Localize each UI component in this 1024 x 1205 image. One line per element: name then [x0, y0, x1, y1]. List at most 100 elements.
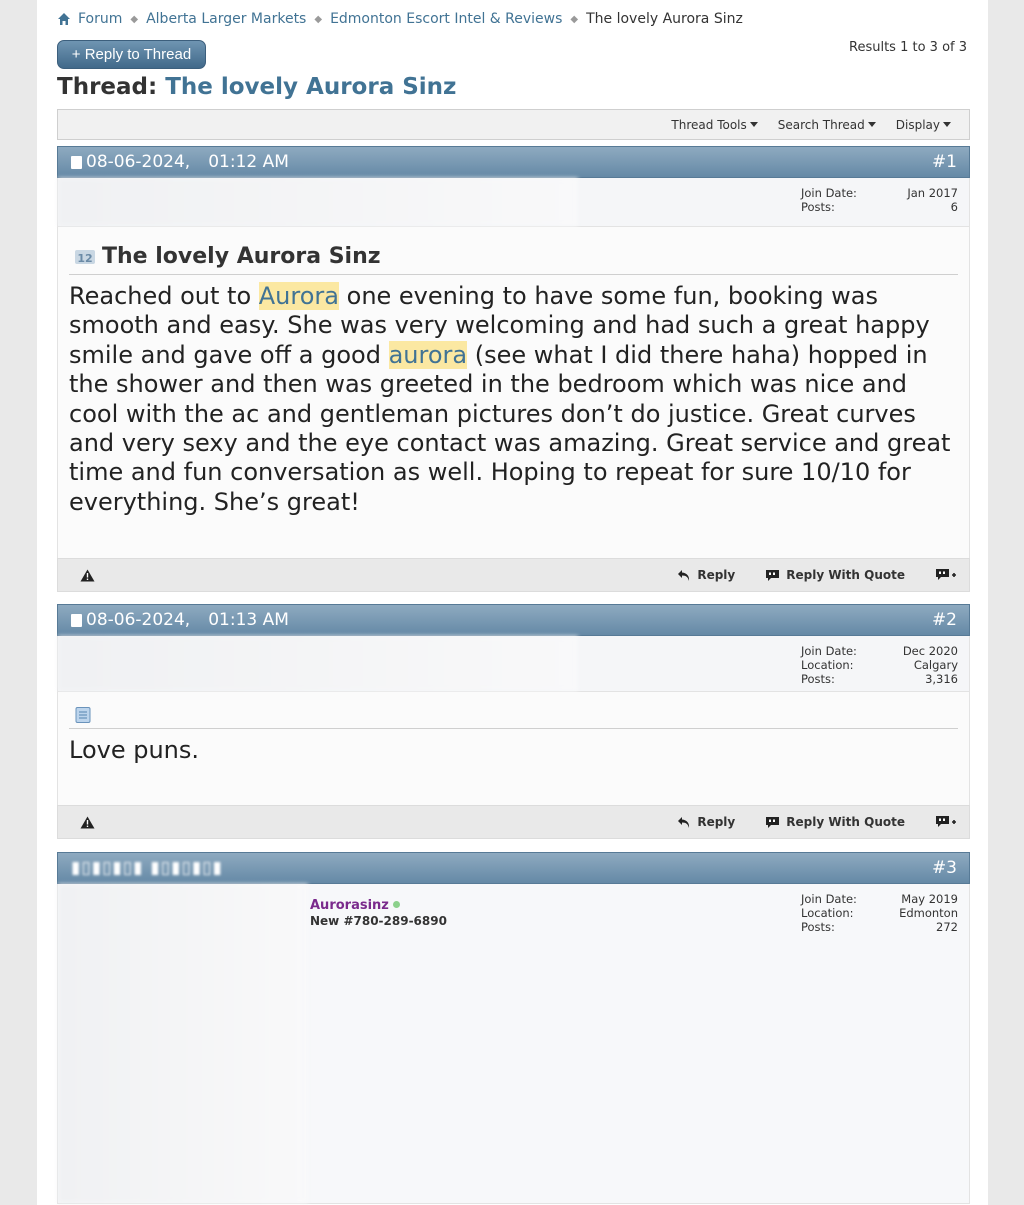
- results-count: Results 1 to 3 of 3: [849, 40, 967, 55]
- user-info: Join Date: Dec 2020 Location: Calgary Post…: [57, 636, 970, 692]
- online-status-icon: [392, 901, 400, 908]
- blurred-user-area: [58, 636, 578, 691]
- blurred-user-area: [58, 178, 578, 226]
- user-meta: Join Date: Jan 2017 Posts: 6: [801, 186, 958, 214]
- post-body: 12 The lovely Aurora Sinz Reached out to…: [57, 227, 970, 558]
- post-message: Love puns.: [69, 736, 200, 764]
- join-date-label: Join Date:: [801, 892, 857, 906]
- post-document-icon: [75, 707, 91, 723]
- multi-quote-icon[interactable]: [935, 815, 957, 829]
- reply-with-quote-label: Reply With Quote: [786, 568, 905, 582]
- reply-with-quote-button[interactable]: Reply With Quote: [765, 568, 905, 582]
- blurred-post-date: ▮▯▮▯▮▯▮ ▮▯▮▯▮▯▮: [71, 858, 223, 878]
- username-link[interactable]: Aurorasinz: [310, 898, 389, 913]
- reply-button[interactable]: Reply: [677, 568, 735, 582]
- location-label: Location:: [801, 658, 854, 672]
- post-header: 08-06-2024, 01:12 AM #1: [57, 146, 970, 178]
- username-block: Aurorasinz New #780-289-6890: [310, 898, 447, 928]
- search-thread-menu[interactable]: Search Thread: [778, 118, 876, 132]
- breadcrumb-alberta-link[interactable]: Alberta Larger Markets: [146, 11, 306, 27]
- post-message: Reached out to Aurora one evening to hav…: [69, 275, 958, 517]
- user-meta: Join Date: Dec 2020 Location: Calgary Post…: [801, 644, 958, 686]
- post-date: ▮▯▮▯▮▯▮ ▮▯▮▯▮▯▮: [71, 858, 223, 878]
- thread-tools-menu[interactable]: Thread Tools: [671, 118, 757, 132]
- breadcrumb-forum-link[interactable]: Forum: [78, 11, 122, 27]
- join-date-value: May 2019: [901, 892, 958, 906]
- post-date-text: 08-06-2024,: [86, 610, 191, 630]
- post-2: 08-06-2024, 01:13 AM #2 Join Date: Dec 20…: [57, 604, 970, 839]
- home-icon[interactable]: [57, 12, 71, 26]
- post-footer: Reply Reply With Quote: [57, 805, 970, 839]
- blurred-avatar-area: [58, 884, 308, 1203]
- post-actions: Reply Reply With Quote: [677, 815, 957, 829]
- reply-with-quote-label: Reply With Quote: [786, 815, 905, 829]
- highlighted-word: aurora: [388, 340, 468, 369]
- reply-label: Reply: [697, 815, 736, 829]
- reply-with-quote-button[interactable]: Reply With Quote: [765, 815, 905, 829]
- report-warning-icon[interactable]: [80, 569, 95, 582]
- post-time: 01:12 AM: [208, 152, 289, 172]
- reply-arrow-icon: [678, 816, 690, 828]
- join-date-label: Join Date:: [801, 186, 857, 200]
- reply-arrow-icon: [678, 569, 690, 581]
- join-date-value: Jan 2017: [907, 186, 958, 200]
- post-title-row: 12 The lovely Aurora Sinz: [69, 227, 958, 275]
- post-3: ▮▯▮▯▮▯▮ ▮▯▮▯▮▯▮ #3 Aurorasinz New #780-2…: [57, 852, 970, 1204]
- post-header: ▮▯▮▯▮▯▮ ▮▯▮▯▮▯▮ #3: [57, 852, 970, 884]
- post-number-link[interactable]: #1: [932, 152, 957, 172]
- reply-button[interactable]: Reply: [677, 815, 735, 829]
- post-number-link[interactable]: #2: [932, 610, 957, 630]
- breadcrumb-separator-icon: ◆: [314, 13, 323, 25]
- reply-to-thread-button[interactable]: + Reply to Thread: [57, 40, 206, 69]
- post-date-text: 08-06-2024,: [86, 152, 191, 172]
- posts-value: 272: [936, 920, 958, 934]
- user-info: Join Date: Jan 2017 Posts: 6: [57, 178, 970, 227]
- post-title-icon: 12: [75, 249, 95, 265]
- breadcrumb-separator-icon: ◆: [130, 13, 139, 25]
- breadcrumb: Forum ◆ Alberta Larger Markets ◆ Edmonto…: [57, 10, 743, 28]
- post-body: Love puns.: [57, 692, 970, 805]
- join-date-label: Join Date:: [801, 644, 857, 658]
- reply-label: Reply: [697, 568, 736, 582]
- message-text: Reached out to: [69, 282, 259, 310]
- page-title: Thread: The lovely Aurora Sinz: [57, 74, 456, 100]
- user-title: New #780-289-6890: [310, 914, 447, 928]
- location-value: Calgary: [913, 658, 958, 672]
- posts-label: Posts:: [801, 200, 835, 214]
- post-time: 01:13 AM: [208, 610, 289, 630]
- posts-value: 3,316: [925, 672, 958, 686]
- post-1: 08-06-2024, 01:12 AM #1 Join Date: Jan 20…: [57, 146, 970, 592]
- page: Forum ◆ Alberta Larger Markets ◆ Edmonto…: [37, 0, 988, 1205]
- user-meta: Join Date: May 2019 Location: Edmonton Pos…: [801, 892, 958, 934]
- post-title: The lovely Aurora Sinz: [102, 244, 381, 269]
- posts-label: Posts:: [801, 920, 835, 934]
- display-menu[interactable]: Display: [896, 118, 951, 132]
- post-title-row: [69, 692, 958, 729]
- thread-tools-bar: Thread Tools Search Thread Display: [57, 109, 970, 140]
- join-date-value: Dec 2020: [902, 644, 958, 658]
- post-icon: [71, 613, 82, 627]
- quote-bubble-icon: [766, 569, 780, 581]
- thread-title-link[interactable]: The lovely Aurora Sinz: [165, 74, 456, 100]
- post-date: 08-06-2024, 01:12 AM: [71, 152, 289, 172]
- multi-quote-icon[interactable]: [935, 568, 957, 582]
- svg-text:12: 12: [77, 252, 92, 265]
- location-label: Location:: [801, 906, 854, 920]
- breadcrumb-edmonton-link[interactable]: Edmonton Escort Intel & Reviews: [330, 11, 562, 27]
- report-warning-icon[interactable]: [80, 816, 95, 829]
- user-info: Aurorasinz New #780-289-6890 Join Date: M…: [57, 884, 970, 1204]
- location-value: Edmonton: [899, 906, 958, 920]
- post-icon: [71, 155, 82, 169]
- quote-bubble-icon: [766, 816, 780, 828]
- breadcrumb-current: The lovely Aurora Sinz: [586, 11, 743, 27]
- thread-prefix: Thread:: [57, 74, 158, 100]
- post-number-link[interactable]: #3: [932, 858, 957, 878]
- posts-label: Posts:: [801, 672, 835, 686]
- post-actions: Reply Reply With Quote: [677, 568, 957, 582]
- highlighted-word: Aurora: [258, 282, 339, 310]
- breadcrumb-separator-icon: ◆: [570, 13, 579, 25]
- posts-value: 6: [950, 200, 958, 214]
- post-header: 08-06-2024, 01:13 AM #2: [57, 604, 970, 636]
- post-date: 08-06-2024, 01:13 AM: [71, 610, 289, 630]
- post-footer: Reply Reply With Quote: [57, 558, 970, 592]
